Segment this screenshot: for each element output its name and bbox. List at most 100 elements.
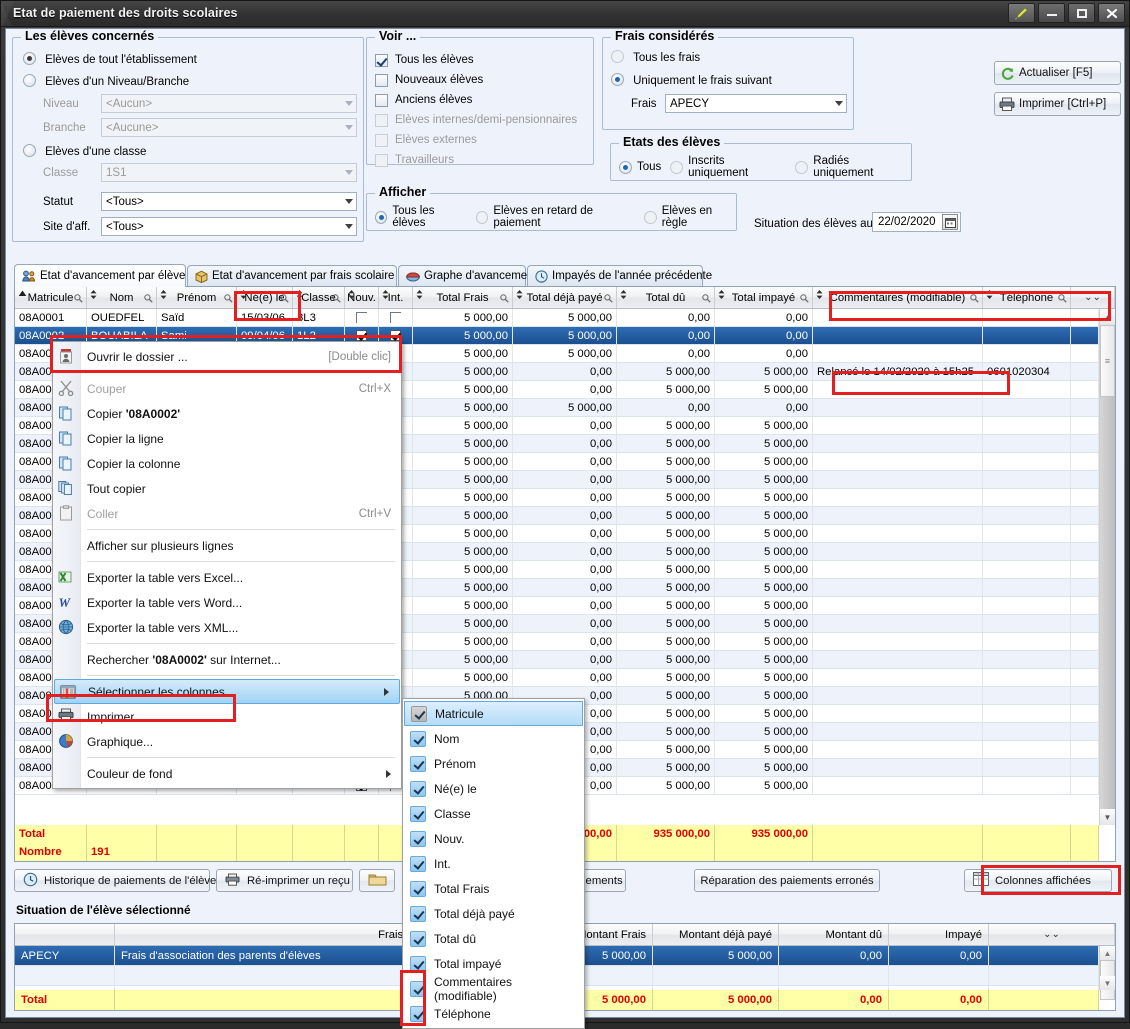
sort-toggle-icon[interactable]	[382, 290, 389, 301]
filter-search-icon[interactable]	[224, 294, 233, 306]
sort-toggle-icon[interactable]	[348, 290, 355, 301]
column-toggle-classe[interactable]: Classe	[404, 801, 583, 826]
statut-combo[interactable]: <Tous>	[101, 192, 357, 211]
filter-search-icon[interactable]	[1058, 294, 1067, 306]
situation-column-header-1[interactable]: Frais à payer	[115, 924, 451, 945]
sort-toggle-icon[interactable]	[416, 290, 423, 301]
grid-column-header-9[interactable]: Total dû	[617, 287, 715, 308]
menu-item-copier-la-ligne[interactable]: Copier la ligne	[53, 426, 401, 451]
tab-3[interactable]: Impayés de l'année précédente	[527, 265, 712, 286]
radio-frais-suivant[interactable]: Uniquement le frais suivant	[611, 73, 772, 87]
scroll-up-icon[interactable]: ▲	[1100, 309, 1115, 325]
filter-search-icon[interactable]	[800, 294, 809, 306]
columns-submenu[interactable]: Matricule Nom Prénom Né(e) le Classe Nouv. Int…	[402, 698, 585, 1029]
sort-toggle-icon[interactable]	[816, 290, 823, 301]
site-combo[interactable]: <Tous>	[101, 217, 357, 236]
column-toggle-total-d-j-pay[interactable]: Total déjà payé	[404, 901, 583, 926]
column-chooser-icon[interactable]: ⌄⌄	[1043, 929, 1060, 940]
scroll-down-icon[interactable]: ▼	[1100, 976, 1115, 990]
historique-paiements-button[interactable]: Historique de paiements de l'élève	[14, 869, 216, 892]
context-menu[interactable]: Ouvrir le dossier ... [Double clic] Couper…	[52, 341, 402, 789]
radio-all-establishment[interactable]: Elèves de tout l'établissement	[23, 52, 197, 66]
sort-toggle-icon[interactable]	[90, 290, 97, 301]
menu-item-graphique[interactable]: Graphique...	[53, 729, 401, 754]
scroll-thumb[interactable]: ≡	[1100, 325, 1115, 397]
niveau-combo[interactable]: <Aucun>	[101, 94, 357, 113]
column-toggle-total-frais[interactable]: Total Frais	[404, 876, 583, 901]
menu-item-tout-copier[interactable]: Tout copier	[53, 476, 401, 501]
grid-column-header-extra[interactable]: ⌄⌄	[1071, 287, 1115, 308]
filter-search-icon[interactable]	[702, 294, 711, 306]
afficher-option-2[interactable]: Elèves en règle	[644, 205, 736, 229]
branche-combo[interactable]: <Aucune>	[101, 118, 357, 137]
column-toggle-nom[interactable]: Nom	[404, 726, 583, 751]
menu-item-couleur-de-fond[interactable]: Couleur de fond	[53, 761, 401, 786]
situation-date-field[interactable]: 22/02/2020	[872, 212, 961, 232]
calendar-icon[interactable]	[942, 214, 958, 230]
grid-column-header-4[interactable]: Classe	[293, 287, 345, 308]
sort-toggle-icon[interactable]	[516, 290, 523, 301]
scroll-track[interactable]	[1100, 397, 1115, 809]
sort-toggle-icon[interactable]	[620, 290, 627, 301]
menu-item-s-lectionner-les-colonnes[interactable]: Sélectionner les colonnes...	[54, 679, 400, 704]
grid-column-header-3[interactable]: Né(e) le	[237, 287, 293, 308]
filter-search-icon[interactable]	[280, 294, 289, 306]
maximize-button[interactable]	[1068, 3, 1095, 23]
colonnes-affichees-button[interactable]: Colonnes affichées	[964, 869, 1112, 892]
grid-column-header-7[interactable]: Total Frais	[413, 287, 513, 308]
voir-item-1[interactable]: Nouveaux élèves	[375, 70, 577, 90]
grid-column-header-12[interactable]: Téléphone	[983, 287, 1071, 308]
filter-search-icon[interactable]	[332, 294, 341, 306]
menu-item-ouvrir-le-dossier[interactable]: Ouvrir le dossier ... [Double clic]	[53, 344, 401, 369]
etats-option-0[interactable]: Tous	[619, 160, 661, 174]
menu-item-exporter-la-table-vers-excel[interactable]: Exporter la table vers Excel...	[53, 565, 401, 590]
filter-search-icon[interactable]	[604, 294, 613, 306]
column-toggle-total-impay[interactable]: Total impayé	[404, 951, 583, 976]
filter-search-icon[interactable]	[74, 294, 83, 306]
nouveau-checkbox[interactable]	[356, 330, 367, 341]
column-toggle-commentaires-modifiable[interactable]: Commentaires (modifiable)	[404, 975, 583, 1003]
interne-checkbox[interactable]	[390, 330, 401, 341]
reimprimer-recu-button[interactable]: Ré-imprimer un reçu	[216, 869, 353, 892]
tab-1[interactable]: Etat d'avancement par frais scolaire	[187, 265, 397, 286]
column-chooser-icon[interactable]: ⌄⌄	[1084, 292, 1101, 303]
radio-une-classe[interactable]: Elèves d'une classe	[23, 144, 146, 158]
situation-column-header-0[interactable]	[15, 924, 115, 945]
menu-item-copier-08a0002[interactable]: Copier '08A0002'	[53, 401, 401, 426]
grid-column-header-11[interactable]: Commentaires (modifiable)	[813, 287, 983, 308]
grid-column-header-10[interactable]: Total impayé	[715, 287, 813, 308]
menu-item-exporter-la-table-vers-word[interactable]: W Exporter la table vers Word...	[53, 590, 401, 615]
tab-0[interactable]: Etat d'avancement par élève	[14, 264, 186, 287]
brush-icon[interactable]	[1008, 3, 1035, 23]
classe-combo[interactable]: 1S1	[101, 163, 357, 182]
reparation-paiements-button[interactable]: Réparation des paiements erronés	[694, 869, 880, 892]
afficher-option-0[interactable]: Tous les élèves	[375, 205, 466, 229]
filter-search-icon[interactable]	[144, 294, 153, 306]
sort-toggle-icon[interactable]	[718, 290, 725, 301]
menu-item-exporter-la-table-vers-xml[interactable]: Exporter la table vers XML...	[53, 615, 401, 640]
etats-option-1[interactable]: Inscrits uniquement	[670, 155, 786, 179]
refresh-button[interactable]: Actualiser [F5]	[994, 61, 1121, 85]
close-button[interactable]	[1098, 3, 1125, 23]
print-button[interactable]: Imprimer [Ctrl+P]	[994, 92, 1121, 116]
situation-column-header-extra[interactable]: ⌄⌄	[989, 924, 1115, 945]
scroll-up-icon[interactable]: ▲	[1100, 946, 1115, 960]
column-toggle-nouv[interactable]: Nouv.	[404, 826, 583, 851]
grid-column-header-6[interactable]: Int.	[379, 287, 413, 308]
situation-column-header-5[interactable]: Montant dû	[779, 924, 889, 945]
table-row[interactable]: 08A0001 OUEDFEL Saïd 15/03/06 3L3 5 000,00 5 0…	[15, 309, 1099, 327]
menu-item-imprimer[interactable]: Imprimer...	[53, 704, 401, 729]
column-toggle-matricule[interactable]: Matricule	[404, 701, 583, 726]
sort-asc-icon[interactable]	[18, 290, 27, 301]
grid-column-header-1[interactable]: Nom	[87, 287, 157, 308]
voir-item-2[interactable]: Anciens élèves	[375, 90, 577, 110]
grid-column-header-8[interactable]: Total déjà payé	[513, 287, 617, 308]
nouveau-checkbox[interactable]	[356, 312, 367, 323]
sort-toggle-icon[interactable]	[240, 290, 247, 301]
column-toggle-n-e-le[interactable]: Né(e) le	[404, 776, 583, 801]
column-toggle-t-l-phone[interactable]: Téléphone	[404, 1001, 583, 1026]
situation-vertical-scrollbar[interactable]: ▲ ▼	[1099, 946, 1115, 1000]
column-toggle-pr-nom[interactable]: Prénom	[404, 751, 583, 776]
grid-column-header-2[interactable]: Prénom	[157, 287, 237, 308]
sort-toggle-icon[interactable]	[160, 290, 167, 301]
